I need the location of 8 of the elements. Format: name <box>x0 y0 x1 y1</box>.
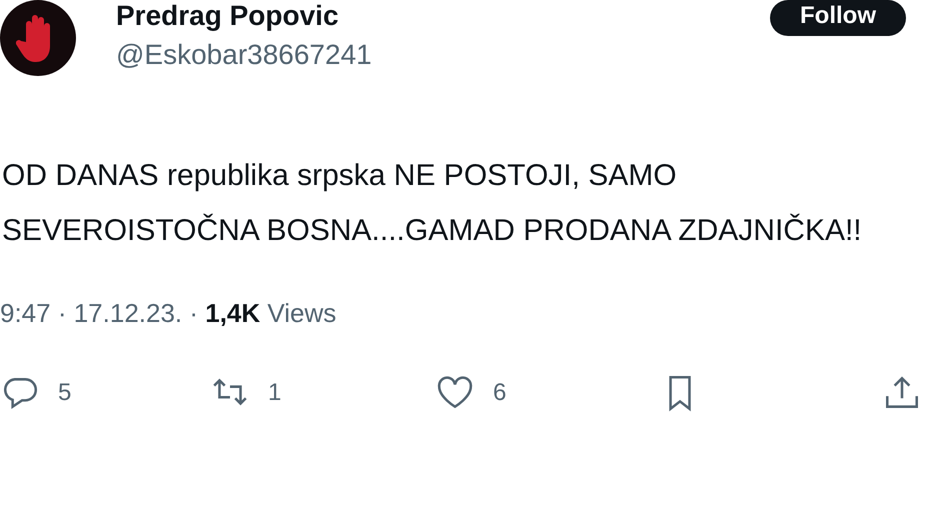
author-name[interactable]: Predrag Popovic <box>116 0 372 32</box>
tweet-text: OD DANAS republika srpska NE POSTOJI, SAMO SEVEROISTOČNA BOSNA....GAMAD PRODANA ZDAJNIČKA!! <box>2 158 863 249</box>
author-handle[interactable]: @Eskobar38667241 <box>116 38 372 72</box>
like-button[interactable]: 6 <box>435 373 660 413</box>
tweet-meta: 9:47 · 17.12.23. · 1,4K Views <box>0 298 338 329</box>
retweet-button[interactable]: 1 <box>210 373 435 413</box>
reply-button[interactable]: 5 <box>0 373 210 413</box>
follow-button[interactable]: Follow <box>770 0 906 36</box>
